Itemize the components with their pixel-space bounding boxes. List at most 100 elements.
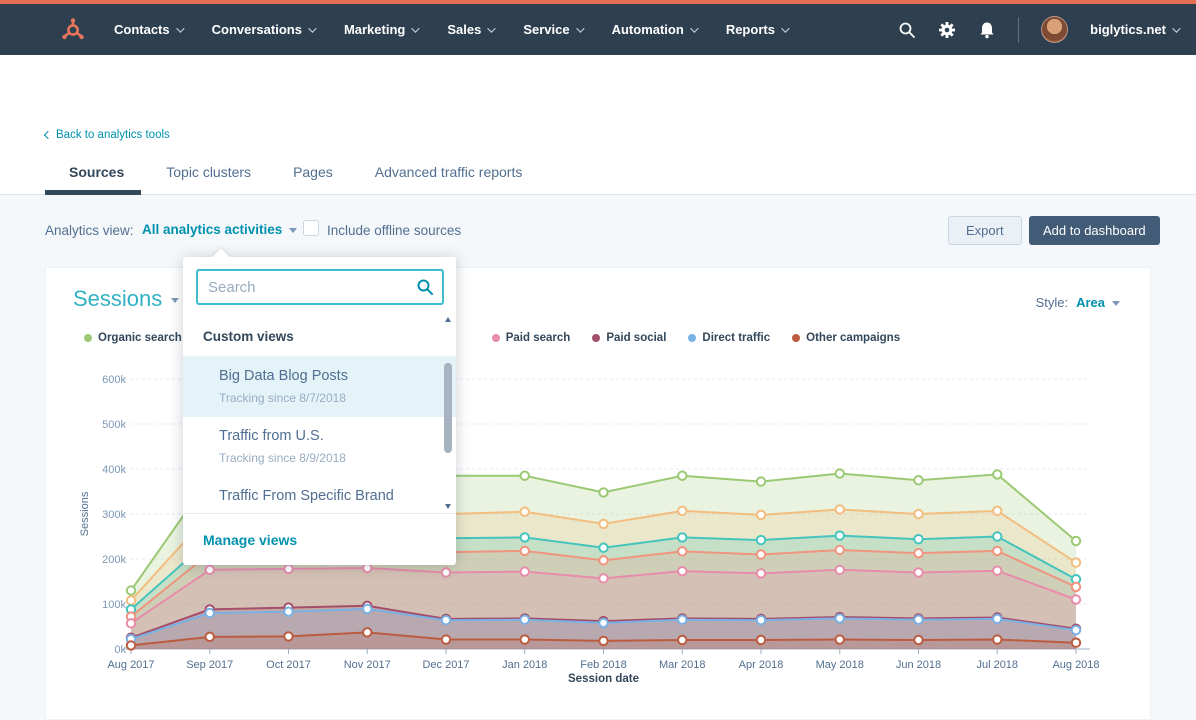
data-point[interactable]: [757, 616, 765, 624]
custom-view-item[interactable]: Big Data Blog PostsTracking since 8/7/20…: [183, 357, 456, 417]
data-point[interactable]: [914, 616, 922, 624]
add-to-dashboard-button[interactable]: Add to dashboard: [1029, 216, 1160, 245]
data-point[interactable]: [914, 636, 922, 644]
tab-pages[interactable]: Pages: [293, 164, 333, 180]
analytics-view-dropdown[interactable]: All analytics activities: [142, 222, 297, 237]
user-avatar[interactable]: [1041, 16, 1068, 43]
data-point[interactable]: [678, 507, 686, 515]
data-point[interactable]: [127, 641, 135, 649]
legend-item-paid-social[interactable]: Paid social: [592, 332, 666, 344]
data-point[interactable]: [1072, 583, 1080, 591]
data-point[interactable]: [363, 628, 371, 636]
data-point[interactable]: [206, 609, 214, 617]
data-point[interactable]: [836, 505, 844, 513]
nav-item-sales[interactable]: Sales: [447, 22, 493, 37]
tab-sources[interactable]: Sources: [69, 164, 124, 180]
data-point[interactable]: [599, 488, 607, 496]
legend-item-other-campaigns[interactable]: Other campaigns: [792, 332, 900, 344]
data-point[interactable]: [127, 619, 135, 627]
data-point[interactable]: [127, 596, 135, 604]
data-point[interactable]: [206, 566, 214, 574]
data-point[interactable]: [599, 574, 607, 582]
hubspot-logo-icon[interactable]: [60, 17, 86, 43]
data-point[interactable]: [993, 615, 1001, 623]
data-point[interactable]: [914, 510, 922, 518]
data-point[interactable]: [599, 556, 607, 564]
data-point[interactable]: [521, 547, 529, 555]
data-point[interactable]: [757, 550, 765, 558]
data-point[interactable]: [836, 614, 844, 622]
data-point[interactable]: [678, 616, 686, 624]
data-point[interactable]: [757, 636, 765, 644]
custom-view-item[interactable]: Traffic from U.S.Tracking since 8/9/2018: [183, 417, 456, 477]
data-point[interactable]: [599, 637, 607, 645]
data-point[interactable]: [678, 472, 686, 480]
data-point[interactable]: [836, 469, 844, 477]
data-point[interactable]: [914, 568, 922, 576]
data-point[interactable]: [678, 547, 686, 555]
data-point[interactable]: [914, 549, 922, 557]
nav-item-automation[interactable]: Automation: [612, 22, 696, 37]
data-point[interactable]: [757, 477, 765, 485]
nav-item-service[interactable]: Service: [523, 22, 581, 37]
data-point[interactable]: [757, 536, 765, 544]
view-search-input[interactable]: [196, 269, 444, 305]
data-point[interactable]: [521, 635, 529, 643]
data-point[interactable]: [678, 533, 686, 541]
data-point[interactable]: [1072, 558, 1080, 566]
data-point[interactable]: [442, 635, 450, 643]
manage-views-link[interactable]: Manage views: [203, 532, 297, 548]
data-point[interactable]: [284, 565, 292, 573]
include-offline-sources-checkbox[interactable]: [303, 220, 319, 236]
data-point[interactable]: [521, 533, 529, 541]
data-point[interactable]: [993, 532, 1001, 540]
data-point[interactable]: [993, 507, 1001, 515]
data-point[interactable]: [1072, 537, 1080, 545]
data-point[interactable]: [1072, 626, 1080, 634]
account-menu[interactable]: biglytics.net: [1090, 22, 1178, 37]
back-to-analytics-link[interactable]: Back to analytics tools: [45, 129, 170, 141]
chart-metric-dropdown[interactable]: Sessions: [73, 286, 179, 312]
nav-item-conversations[interactable]: Conversations: [212, 22, 314, 37]
nav-item-reports[interactable]: Reports: [726, 22, 787, 37]
data-point[interactable]: [993, 470, 1001, 478]
data-point[interactable]: [442, 568, 450, 576]
data-point[interactable]: [442, 616, 450, 624]
data-point[interactable]: [521, 616, 529, 624]
data-point[interactable]: [363, 605, 371, 613]
data-point[interactable]: [599, 520, 607, 528]
export-button[interactable]: Export: [948, 216, 1022, 245]
nav-item-marketing[interactable]: Marketing: [344, 22, 417, 37]
data-point[interactable]: [836, 566, 844, 574]
data-point[interactable]: [206, 633, 214, 641]
scroll-up-icon[interactable]: [445, 317, 451, 322]
scrollbar-thumb[interactable]: [444, 363, 452, 453]
data-point[interactable]: [521, 567, 529, 575]
search-icon[interactable]: [898, 21, 916, 39]
data-point[interactable]: [836, 531, 844, 539]
data-point[interactable]: [993, 567, 1001, 575]
gear-icon[interactable]: [938, 21, 956, 39]
data-point[interactable]: [363, 564, 371, 572]
data-point[interactable]: [284, 607, 292, 615]
data-point[interactable]: [127, 586, 135, 594]
data-point[interactable]: [284, 632, 292, 640]
data-point[interactable]: [836, 546, 844, 554]
data-point[interactable]: [914, 476, 922, 484]
legend-item-organic-search[interactable]: Organic search: [84, 332, 182, 344]
data-point[interactable]: [599, 619, 607, 627]
data-point[interactable]: [1072, 595, 1080, 603]
custom-view-item[interactable]: Traffic From Specific BrandTracking sinc…: [183, 477, 456, 513]
legend-item-paid-search[interactable]: Paid search: [492, 332, 571, 344]
data-point[interactable]: [757, 569, 765, 577]
data-point[interactable]: [993, 547, 1001, 555]
data-point[interactable]: [599, 544, 607, 552]
data-point[interactable]: [521, 508, 529, 516]
data-point[interactable]: [521, 472, 529, 480]
tab-advanced-traffic-reports[interactable]: Advanced traffic reports: [375, 164, 523, 180]
data-point[interactable]: [836, 635, 844, 643]
legend-item-direct-traffic[interactable]: Direct traffic: [688, 332, 770, 344]
style-dropdown[interactable]: Area: [1076, 295, 1120, 310]
data-point[interactable]: [914, 535, 922, 543]
scroll-down-icon[interactable]: [445, 504, 451, 509]
